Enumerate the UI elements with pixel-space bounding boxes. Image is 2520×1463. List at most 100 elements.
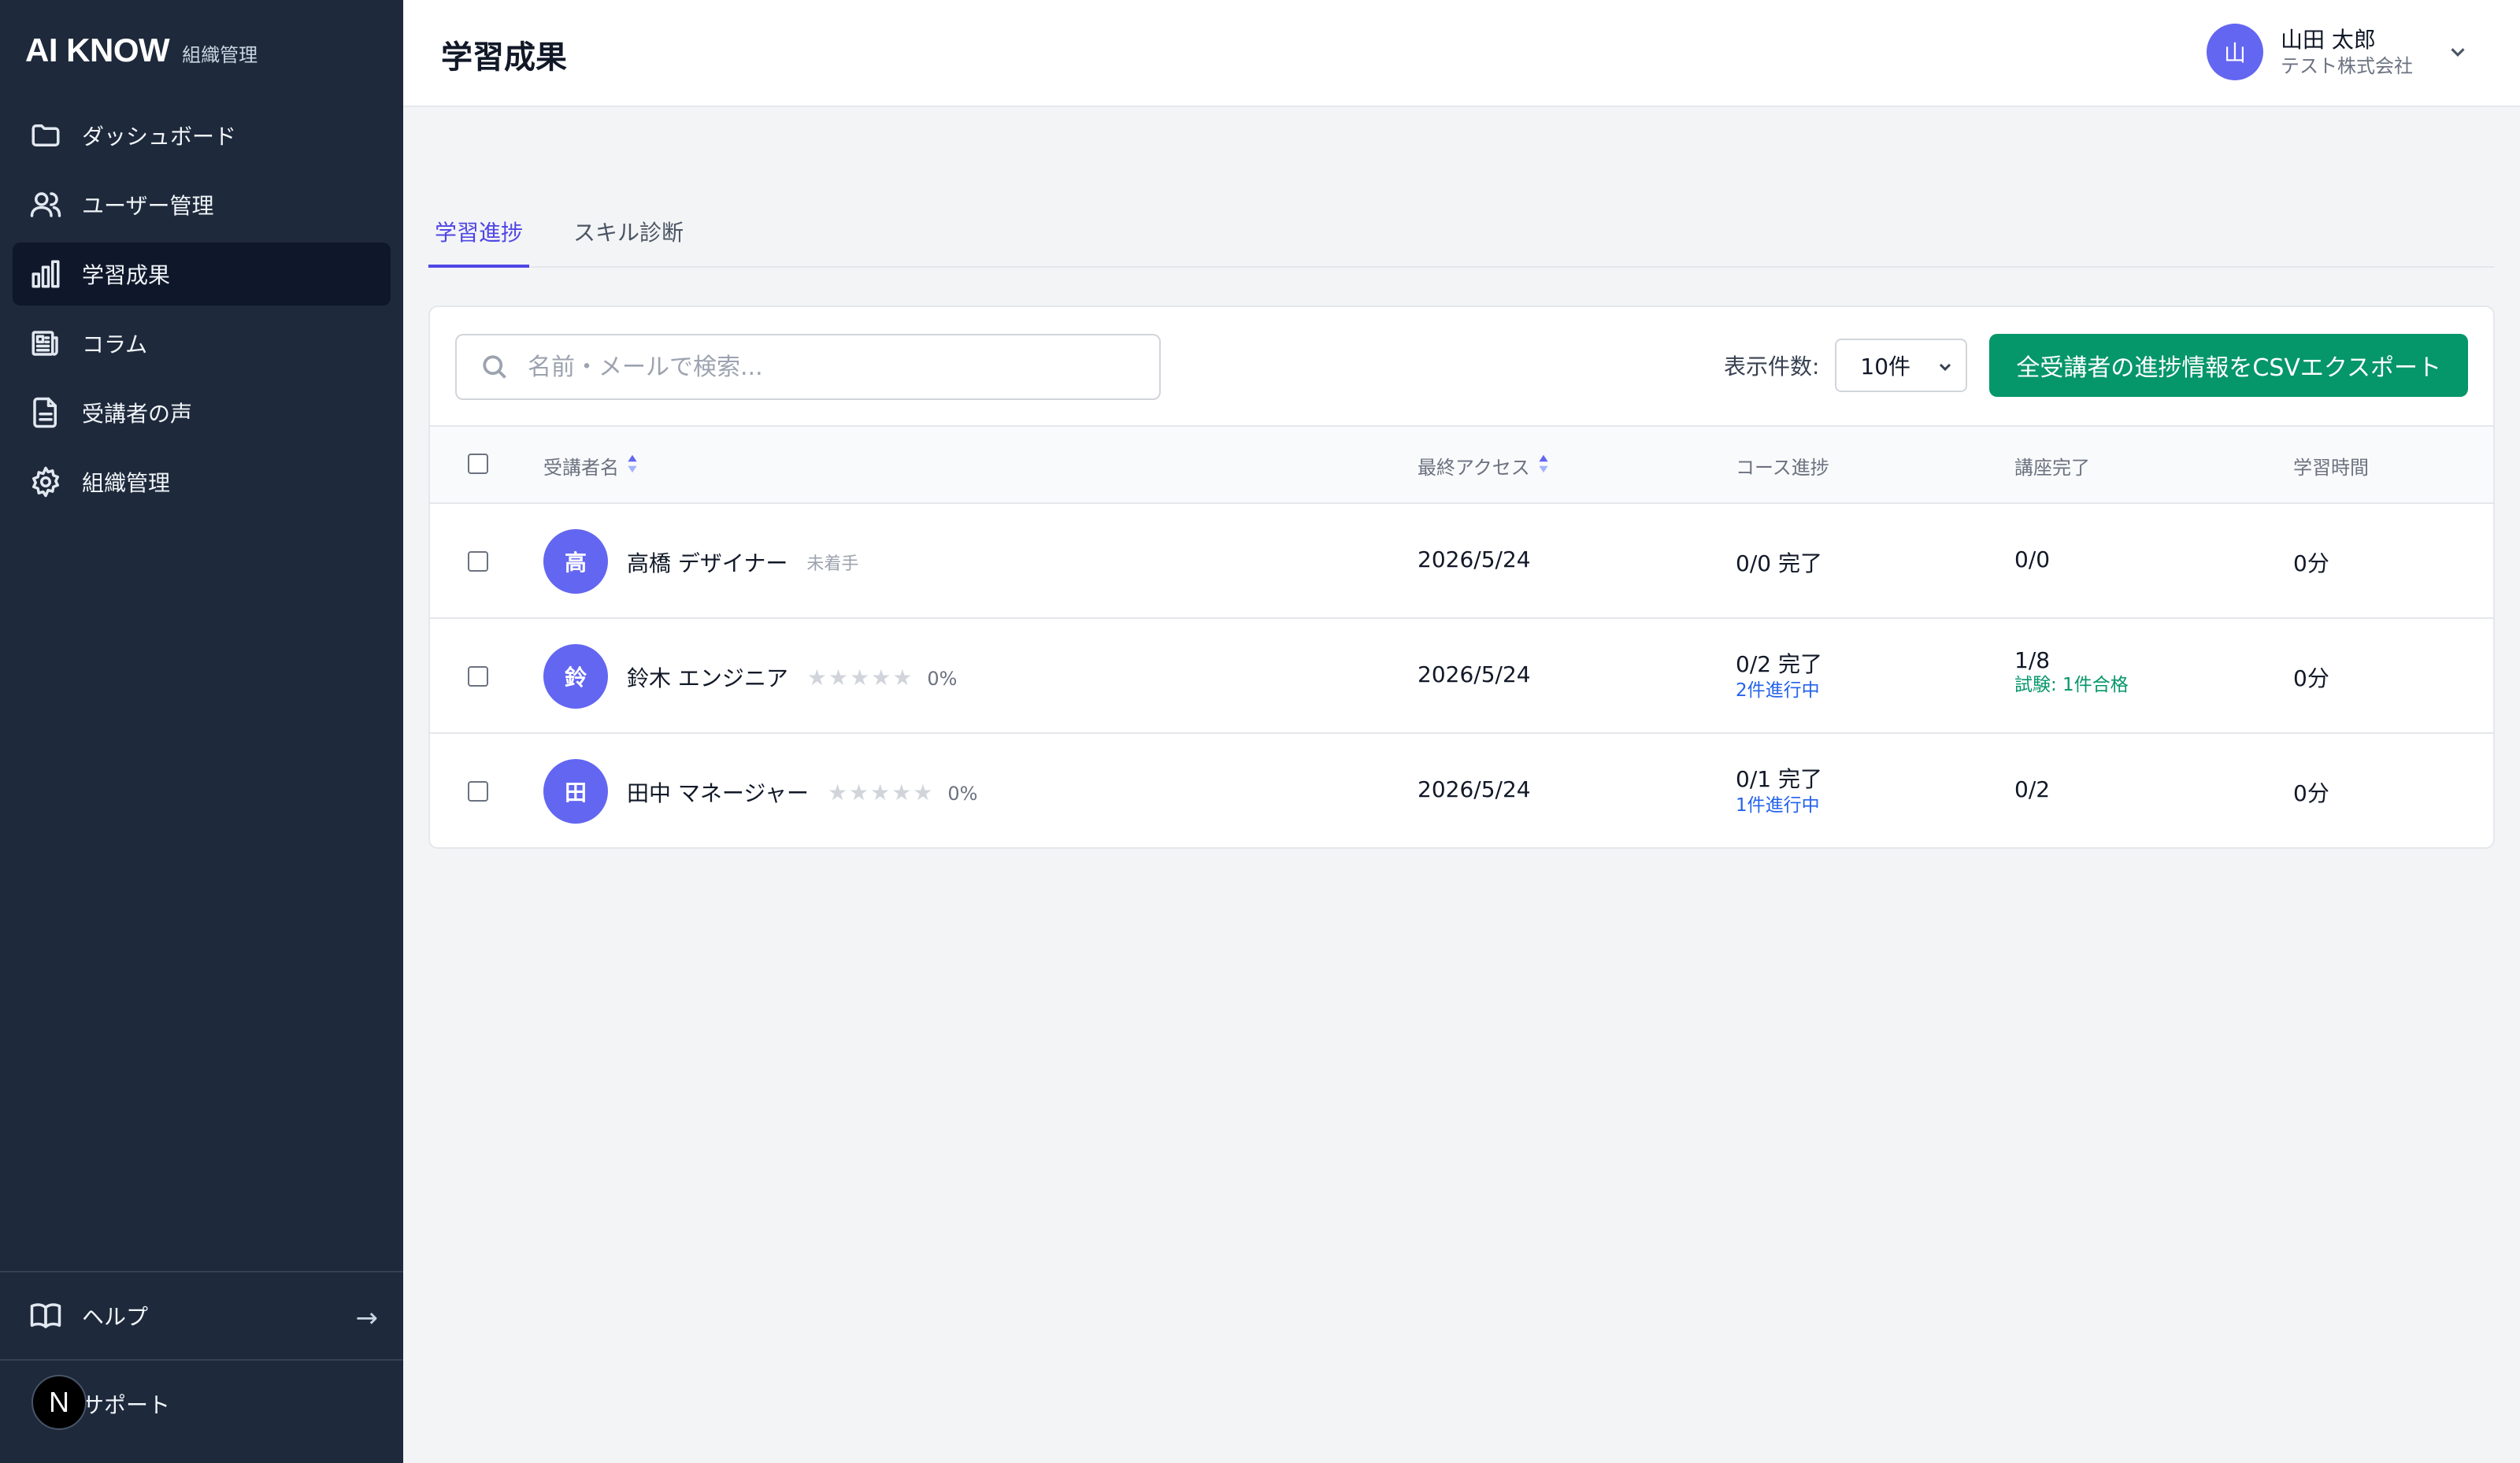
- lecture-complete: 0/2: [2014, 776, 2051, 802]
- study-time: 0分: [2293, 550, 2329, 576]
- column-header-course: コース進捗: [1736, 457, 1829, 479]
- progress-percent: 0%: [947, 782, 978, 805]
- progress-percent: 0%: [927, 667, 958, 690]
- sidebar-item-users[interactable]: ユーザー管理: [13, 173, 391, 236]
- column-header-label: 受講者名: [543, 457, 619, 479]
- support-label: サポート: [82, 1392, 171, 1418]
- per-page-select[interactable]: 10件: [1835, 339, 1968, 392]
- sidebar-item-label: 学習成果: [82, 262, 171, 288]
- per-page-value: 10件: [1860, 354, 1911, 380]
- user-info: 山田 太郎 テスト株式会社: [2281, 26, 2413, 78]
- sort-icon: [1536, 453, 1551, 480]
- course-in-progress: 1件進行中: [1736, 795, 1820, 816]
- table-body: 高 高橋 デザイナー 未着手 2026/5/24 0/0 完了 0/0 0分 鈴…: [430, 504, 2493, 847]
- status-text: 未着手: [806, 554, 859, 574]
- last-access: 2026/5/24: [1418, 546, 1531, 572]
- sidebar-item-label: コラム: [82, 331, 148, 357]
- lecture-complete: 0/0: [2014, 546, 2051, 572]
- document-icon: [28, 395, 63, 430]
- course-in-progress: 2件進行中: [1736, 680, 1820, 701]
- learner-name[interactable]: 高橋 デザイナー: [627, 546, 788, 578]
- sidebar-item-dashboard[interactable]: ダッシュボード: [13, 104, 391, 167]
- user-company: テスト株式会社: [2281, 55, 2413, 77]
- per-page-controls: 表示件数: 10件 全受講者の進捗情報をCSVエクスポート: [1724, 334, 2468, 397]
- chevron-down-icon[interactable]: [2446, 40, 2470, 64]
- sidebar: AI KNOW 組織管理 ダッシュボード ユーザー管理 学習成果 コラム 受講者…: [0, 0, 403, 1463]
- sidebar-item-organization[interactable]: 組織管理: [13, 450, 391, 513]
- page-title: 学習成果: [441, 39, 567, 76]
- progress-card: 表示件数: 10件 全受講者の進捗情報をCSVエクスポート 受講者名 最終アクセ…: [428, 306, 2495, 849]
- csv-export-button[interactable]: 全受講者の進捗情報をCSVエクスポート: [1989, 334, 2468, 397]
- table-row[interactable]: 鈴 鈴木 エンジニア ★★★★★ 0% 2026/5/24 0/2 完了 2件進…: [430, 619, 2493, 734]
- brand[interactable]: AI KNOW 組織管理: [25, 31, 258, 76]
- search-box: [455, 334, 1161, 400]
- sidebar-item-voices[interactable]: 受講者の声: [13, 381, 391, 444]
- folder-icon: [28, 118, 63, 153]
- sidebar-item-learning-results[interactable]: 学習成果: [13, 243, 391, 306]
- column-header-time: 学習時間: [2293, 457, 2369, 479]
- avatar: 高: [543, 529, 608, 594]
- row-checkbox[interactable]: [468, 781, 488, 802]
- row-checkbox[interactable]: [468, 666, 488, 687]
- table-row[interactable]: 高 高橋 デザイナー 未着手 2026/5/24 0/0 完了 0/0 0分: [430, 504, 2493, 619]
- learner-name-cell: 鈴木 エンジニア ★★★★★ 0%: [627, 661, 957, 693]
- tab-skill-diagnosis[interactable]: スキル診断: [567, 208, 690, 268]
- chevron-down-icon: [1940, 363, 1951, 372]
- gear-icon: [28, 465, 63, 499]
- lecture-complete: 1/8: [2014, 647, 2051, 673]
- course-progress: 0/1 完了: [1736, 766, 1822, 792]
- top-header: 学習成果 山 山田 太郎 テスト株式会社: [403, 0, 2520, 107]
- exam-passed: 試験: 1件合格: [2014, 675, 2129, 695]
- learner-name[interactable]: 田中 マネージャー: [627, 776, 809, 808]
- column-header-lecture: 講座完了: [2014, 457, 2090, 479]
- course-progress-cell: 0/2 完了 2件進行中: [1736, 647, 1822, 702]
- sidebar-item-label: ダッシュボード: [82, 124, 237, 150]
- help-link[interactable]: ヘルプ →: [0, 1272, 403, 1361]
- help-label: ヘルプ: [82, 1304, 149, 1330]
- sidebar-item-column[interactable]: コラム: [13, 312, 391, 375]
- star-rating-icon: ★★★★★: [806, 664, 914, 691]
- avatar: 山: [2207, 24, 2263, 80]
- course-progress-cell: 0/1 完了 1件進行中: [1736, 762, 1822, 817]
- study-time: 0分: [2293, 780, 2329, 806]
- n-badge-icon[interactable]: N: [32, 1375, 87, 1430]
- table-toolbar: 表示件数: 10件 全受講者の進捗情報をCSVエクスポート: [430, 307, 2493, 427]
- brand-logo: AI KNOW: [25, 31, 170, 69]
- sidebar-item-label: 受講者の声: [82, 401, 193, 427]
- last-access: 2026/5/24: [1418, 776, 1531, 802]
- bar-chart-icon: [28, 257, 63, 291]
- book-icon: [28, 1298, 63, 1333]
- lecture-complete-cell: 1/8 試験: 1件合格: [2014, 647, 2129, 697]
- course-progress: 0/0 完了: [1736, 550, 1822, 576]
- row-checkbox[interactable]: [468, 551, 488, 572]
- tab-bar: 学習進捗 スキル診断: [428, 208, 2495, 268]
- learner-name[interactable]: 鈴木 エンジニア: [627, 661, 788, 693]
- learner-name-cell: 高橋 デザイナー 未着手: [627, 546, 858, 578]
- search-icon: [483, 355, 506, 379]
- tab-learning-progress[interactable]: 学習進捗: [428, 208, 530, 268]
- user-name: 山田 太郎: [2281, 27, 2376, 53]
- arrow-right-icon: →: [355, 1302, 379, 1334]
- rating: ★★★★★ 0%: [807, 665, 958, 691]
- sidebar-item-label: 組織管理: [82, 470, 171, 496]
- study-time: 0分: [2293, 665, 2329, 691]
- user-menu[interactable]: 山 山田 太郎 テスト株式会社: [2207, 24, 2470, 80]
- select-all-checkbox[interactable]: [468, 454, 488, 474]
- column-header-name[interactable]: 受講者名: [543, 452, 639, 480]
- star-rating-icon: ★★★★★: [827, 779, 935, 806]
- table-row[interactable]: 田 田中 マネージャー ★★★★★ 0% 2026/5/24 0/1 完了 1件…: [430, 734, 2493, 847]
- sidebar-nav: ダッシュボード ユーザー管理 学習成果 コラム 受講者の声 組織管理: [13, 104, 391, 520]
- avatar: 鈴: [543, 644, 608, 709]
- column-header-label: 最終アクセス: [1418, 457, 1530, 479]
- sort-icon: [625, 453, 639, 480]
- learner-name-cell: 田中 マネージャー ★★★★★ 0%: [627, 776, 977, 808]
- table-header: 受講者名 最終アクセス コース進捗 講座完了 学習時間: [430, 427, 2493, 504]
- search-input[interactable]: [528, 353, 1126, 381]
- newspaper-icon: [28, 326, 63, 361]
- per-page-label: 表示件数:: [1723, 354, 1820, 380]
- last-access: 2026/5/24: [1418, 661, 1531, 687]
- sidebar-item-label: ユーザー管理: [82, 193, 214, 219]
- users-icon: [28, 187, 63, 222]
- avatar: 田: [543, 759, 608, 824]
- column-header-last-access[interactable]: 最終アクセス: [1418, 452, 1551, 480]
